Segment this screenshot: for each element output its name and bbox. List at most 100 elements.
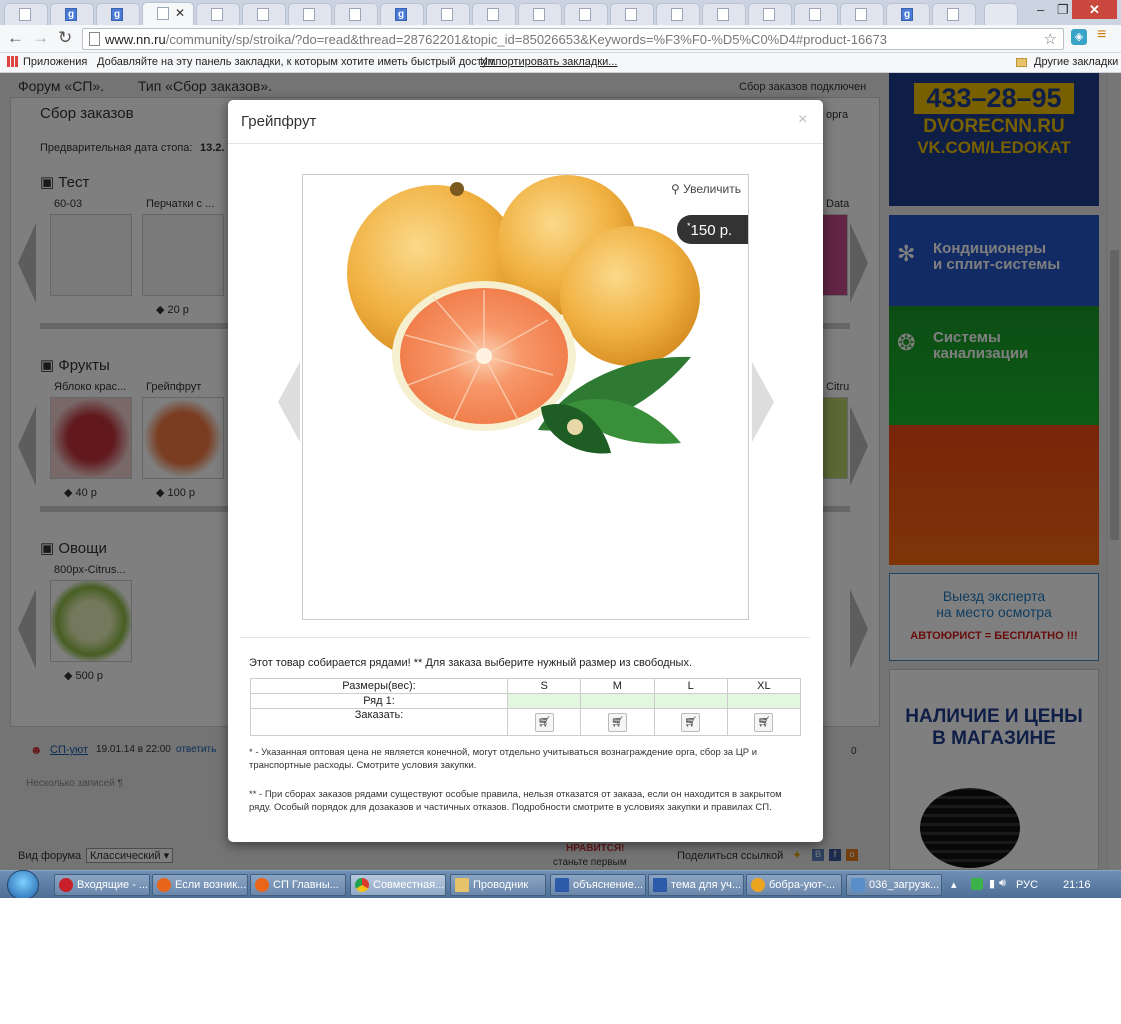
apps-link[interactable]: Приложения bbox=[23, 56, 87, 68]
page-icon bbox=[579, 8, 591, 21]
minimize-icon[interactable]: – bbox=[1037, 2, 1044, 17]
browser-tab[interactable]: g bbox=[96, 3, 140, 25]
browser-tab[interactable] bbox=[610, 3, 654, 25]
browser-tab[interactable] bbox=[702, 3, 746, 25]
taskbar-item[interactable]: СП Главны... bbox=[250, 874, 346, 896]
zoom-button[interactable]: ⚲ Увеличить bbox=[671, 182, 741, 196]
browser-tab[interactable] bbox=[518, 3, 562, 25]
browser-tab[interactable] bbox=[472, 3, 516, 25]
blank-area bbox=[0, 898, 1121, 1024]
taskbar-item[interactable]: тема для уч... bbox=[648, 874, 744, 896]
network-icon[interactable]: ▮ bbox=[989, 877, 995, 890]
size-header: S bbox=[506, 678, 582, 694]
next-image-arrow[interactable] bbox=[752, 362, 774, 442]
footnote-price: * - Указанная оптовая цена не является к… bbox=[249, 747, 758, 771]
page-icon bbox=[157, 7, 169, 20]
taskbar-item-label: 036_загрузк... bbox=[869, 879, 940, 891]
browser-tab[interactable] bbox=[656, 3, 700, 25]
price-badge: *150 р. bbox=[677, 215, 748, 244]
cart-icon[interactable]: 🛒︎ bbox=[534, 712, 554, 732]
taskbar-item-label: СП Главны... bbox=[273, 879, 339, 891]
taskbar-item-label: Входящие - ... bbox=[77, 879, 149, 891]
browser-tab[interactable] bbox=[242, 3, 286, 25]
language-indicator[interactable]: РУС bbox=[1016, 879, 1038, 891]
back-icon[interactable]: ← bbox=[7, 28, 24, 48]
url-host: www.nn.ru bbox=[105, 32, 166, 47]
size-table: Размеры(вес): S M L XL Ряд 1: Заказать: … bbox=[250, 678, 802, 736]
page-icon bbox=[533, 8, 545, 21]
page-icon bbox=[303, 8, 315, 21]
g-icon: g bbox=[111, 8, 123, 21]
apps-icon[interactable] bbox=[7, 56, 18, 67]
window-close-button[interactable]: ✕ bbox=[1072, 0, 1117, 19]
url-field[interactable]: www.nn.ru/community/sp/stroika/?do=read&… bbox=[82, 28, 1064, 50]
browser-tab[interactable] bbox=[564, 3, 608, 25]
browser-tab[interactable]: g bbox=[380, 3, 424, 25]
browser-tab-active[interactable]: ✕ bbox=[142, 2, 194, 25]
browser-tab[interactable]: g bbox=[50, 3, 94, 25]
new-tab-button[interactable] bbox=[984, 3, 1018, 25]
screen: g g ✕ g g – ❐ ✕ ← → ↻ www.nn.ru/communit… bbox=[0, 0, 1121, 1024]
browser-tab[interactable] bbox=[426, 3, 470, 25]
tab-close-icon[interactable]: ✕ bbox=[175, 6, 185, 20]
taskbar-item-label: тема для уч... bbox=[671, 879, 742, 891]
maximize-icon[interactable]: ❐ bbox=[1057, 2, 1069, 18]
browser-tab[interactable] bbox=[288, 3, 332, 25]
volume-icon[interactable]: 🔊︎ bbox=[999, 877, 1006, 890]
modal-title: Грейпфрут bbox=[241, 113, 317, 130]
product-image-frame[interactable]: ⚲ Увеличить *150 р. bbox=[302, 174, 749, 620]
browser-tab[interactable] bbox=[840, 3, 884, 25]
browser-tab[interactable] bbox=[196, 3, 240, 25]
opera-icon bbox=[59, 878, 73, 892]
browser-tab[interactable]: g bbox=[886, 3, 930, 25]
size-header: M bbox=[580, 678, 655, 694]
flower-bud bbox=[567, 419, 583, 435]
taskbar-item[interactable]: 036_загрузк... bbox=[846, 874, 942, 896]
antivirus-icon[interactable] bbox=[971, 878, 983, 890]
cart-icon[interactable]: 🛒︎ bbox=[754, 712, 774, 732]
bookmark-star-icon[interactable]: ☆ bbox=[1044, 30, 1057, 48]
import-bookmarks-link[interactable]: Импортировать закладки... bbox=[480, 56, 617, 68]
firefox-icon bbox=[255, 878, 269, 892]
taskbar-item[interactable]: Проводник bbox=[450, 874, 546, 896]
taskbar-item-label: Если возник... bbox=[175, 879, 247, 891]
page-icon bbox=[625, 8, 637, 21]
bookmarks-bar: Приложения Добавляйте на эту панель закл… bbox=[0, 53, 1121, 73]
forward-icon[interactable]: → bbox=[32, 28, 49, 48]
clock[interactable]: 21:16 bbox=[1063, 879, 1091, 891]
tray-expand-icon[interactable]: ▴ bbox=[951, 878, 957, 891]
size-header: L bbox=[653, 678, 728, 694]
browser-tab[interactable] bbox=[4, 3, 48, 25]
prev-image-arrow[interactable] bbox=[278, 362, 300, 442]
cart-icon[interactable]: 🛒︎ bbox=[681, 712, 701, 732]
page-icon bbox=[487, 8, 499, 21]
reload-icon[interactable]: ↻ bbox=[58, 28, 72, 48]
word-icon bbox=[653, 878, 667, 892]
page-icon bbox=[717, 8, 729, 21]
g-icon: g bbox=[65, 8, 77, 21]
browser-tab[interactable] bbox=[748, 3, 792, 25]
fruit-core bbox=[476, 348, 492, 364]
g-icon: g bbox=[395, 8, 407, 21]
taskbar-item[interactable]: Входящие - ... bbox=[54, 874, 150, 896]
other-bookmarks[interactable]: Другие закладки bbox=[1034, 56, 1118, 68]
address-toolbar: ← → ↻ www.nn.ru/community/sp/stroika/?do… bbox=[0, 25, 1121, 53]
taskbar-item[interactable]: объяснение... bbox=[550, 874, 646, 896]
cart-icon[interactable]: 🛒︎ bbox=[607, 712, 627, 732]
rows-note: Этот товар собирается рядами! ** Для зак… bbox=[249, 657, 693, 669]
order-row: Заказать: 🛒︎ 🛒︎ 🛒︎ 🛒︎ bbox=[250, 708, 802, 736]
taskbar-item[interactable]: Если возник... bbox=[152, 874, 248, 896]
browser-tab[interactable] bbox=[334, 3, 378, 25]
browser-tab[interactable] bbox=[794, 3, 838, 25]
taskbar-item[interactable]: Совместная... bbox=[350, 874, 446, 896]
extension-icon[interactable]: ◈ bbox=[1071, 29, 1087, 45]
taskbar-item[interactable]: бобра-уют-... bbox=[746, 874, 842, 896]
modal-close-button[interactable]: × bbox=[798, 111, 807, 129]
sizes-label: Размеры(вес): bbox=[250, 678, 508, 694]
menu-icon[interactable]: ≡ bbox=[1097, 26, 1106, 44]
page-icon bbox=[349, 8, 361, 21]
page-icon bbox=[947, 8, 959, 21]
browser-tab[interactable] bbox=[932, 3, 976, 25]
taskbar-item-label: Совместная... bbox=[373, 879, 445, 891]
start-button[interactable] bbox=[7, 870, 39, 900]
